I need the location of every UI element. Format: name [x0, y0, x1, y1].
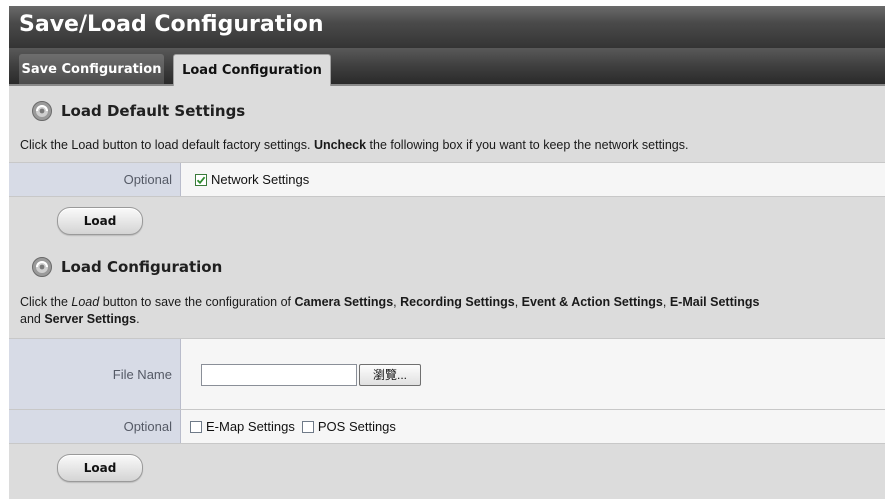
desc-text: button to save the configuration of: [99, 295, 295, 309]
check-icon: [196, 176, 206, 184]
desc-italic: Load: [71, 295, 100, 309]
tab-load-configuration[interactable]: Load Configuration: [173, 54, 331, 86]
network-settings-label: Network Settings: [211, 172, 310, 187]
file-name-row: File Name 瀏覽...: [9, 338, 885, 411]
network-settings-checkbox[interactable]: [195, 173, 207, 186]
load-configuration-button[interactable]: Load: [57, 454, 143, 482]
desc-text: ,: [514, 295, 522, 309]
tab-save-configuration[interactable]: Save Configuration: [19, 54, 164, 84]
desc-bold: Event & Action Settings: [521, 295, 663, 309]
settings-gear-icon: [32, 257, 52, 277]
default-description: Click the Load button to load default fa…: [20, 137, 882, 154]
pos-settings-checkbox[interactable]: [301, 420, 314, 433]
section-title: Load Default Settings: [61, 102, 246, 120]
load-default-button[interactable]: Load: [57, 207, 143, 235]
pos-settings-label: POS Settings: [317, 419, 396, 434]
page-title: Save/Load Configuration: [19, 12, 324, 37]
file-name-label: File Name: [9, 339, 181, 410]
section-load-configuration: Load Configuration: [31, 256, 222, 278]
optional-label: Optional: [9, 410, 181, 443]
desc-text: .: [136, 312, 140, 326]
desc-text: the following box if you want to keep th…: [366, 138, 689, 152]
optional-label: Optional: [9, 163, 181, 196]
settings-gear-icon: [32, 101, 52, 121]
desc-bold: Server Settings: [44, 312, 137, 326]
desc-bold: Recording Settings: [400, 295, 515, 309]
emap-settings-checkbox[interactable]: [190, 420, 202, 433]
section-load-default-settings: Load Default Settings: [31, 100, 245, 122]
config-panel: Save/Load Configuration Save Configurati…: [9, 6, 885, 499]
desc-text: and: [20, 312, 45, 326]
desc-bold: Camera Settings: [294, 295, 394, 309]
emap-settings-label: E-Map Settings: [206, 419, 295, 434]
tab-bar: Save Configuration Load Configuration: [9, 48, 885, 86]
desc-bold: E-Mail Settings: [669, 295, 760, 309]
file-name-input[interactable]: [201, 363, 357, 386]
section-title: Load Configuration: [61, 258, 223, 276]
desc-text: ,: [662, 295, 670, 309]
title-bar: Save/Load Configuration: [9, 6, 885, 48]
desc-bold: Uncheck: [313, 138, 367, 152]
desc-text: Click the Load button to load default fa…: [20, 138, 314, 152]
browse-button[interactable]: 瀏覽...: [359, 363, 421, 386]
config-optional-row: Optional E-Map Settings POS Settings: [9, 409, 885, 444]
config-description: Click the Load button to save the config…: [20, 294, 882, 328]
network-optional-row: Optional Network Settings: [9, 162, 885, 197]
desc-text: Click the: [20, 295, 72, 309]
